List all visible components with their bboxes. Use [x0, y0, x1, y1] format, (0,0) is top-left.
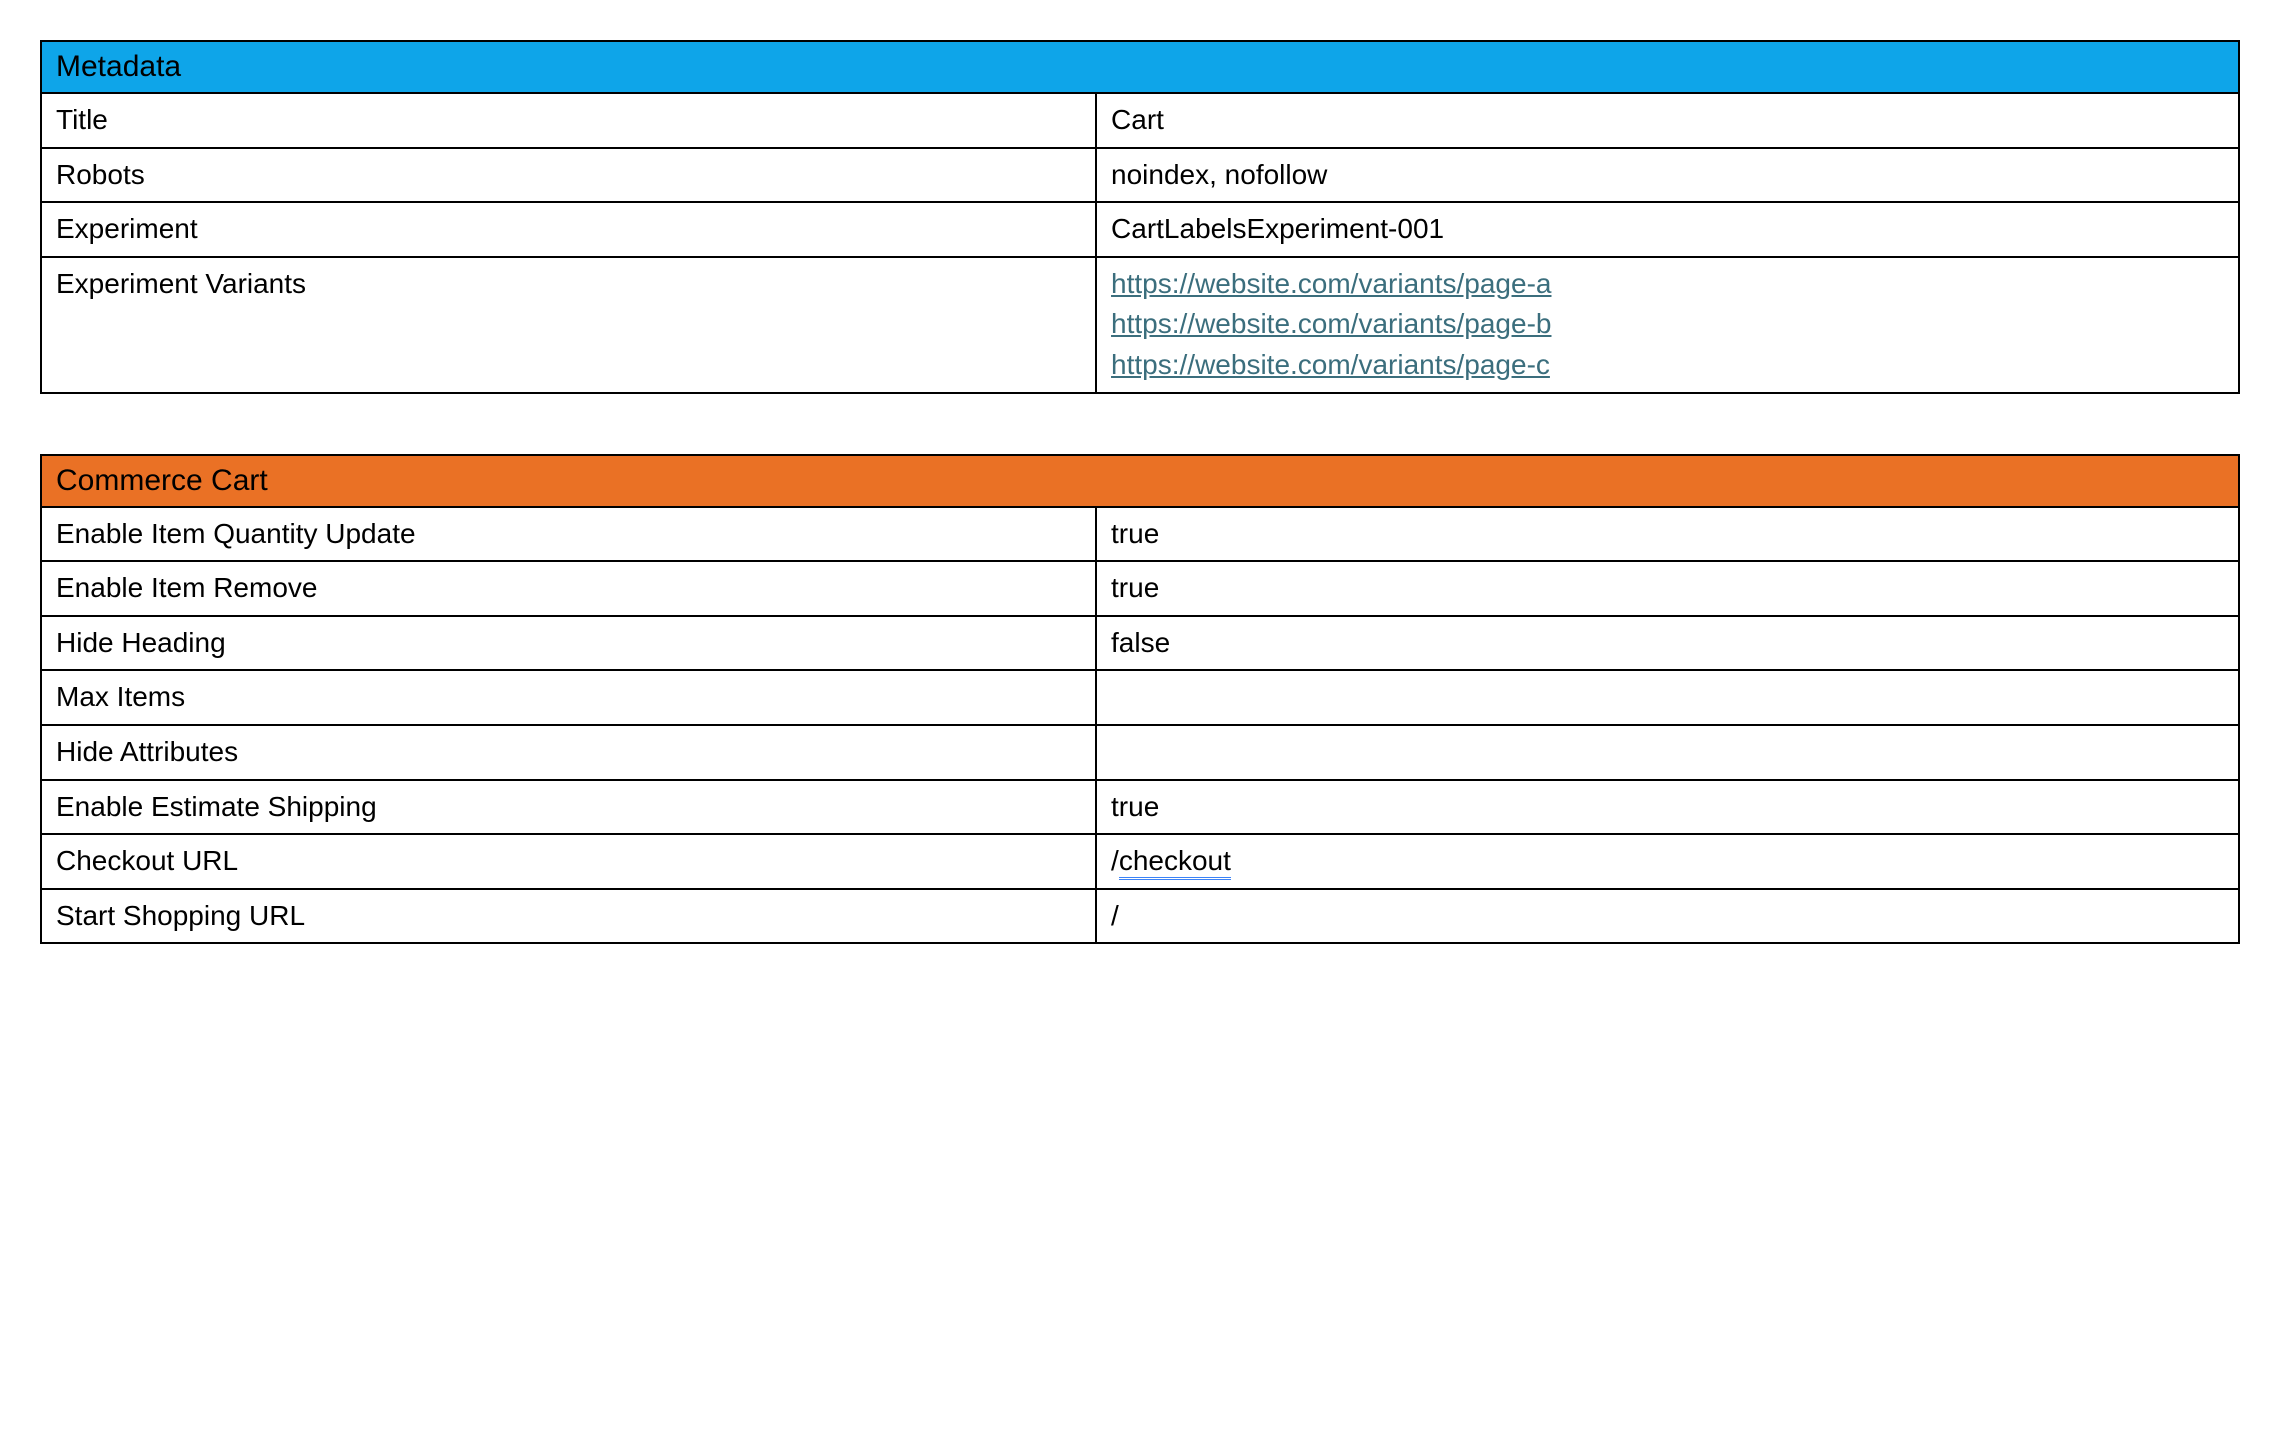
table-row: Hide Attributes — [41, 725, 2239, 780]
metadata-robots-label: Robots — [41, 148, 1096, 203]
table-row: Title Cart — [41, 93, 2239, 148]
commerce-cart-table: Commerce Cart Enable Item Quantity Updat… — [40, 454, 2240, 945]
variant-link-a[interactable]: https://website.com/variants/page-a — [1111, 264, 2224, 305]
checkout-url-path: checkout — [1119, 845, 1231, 880]
table-row: Robots noindex, nofollow — [41, 148, 2239, 203]
commerce-hide-heading-value: false — [1096, 616, 2239, 671]
table-row: Hide Heading false — [41, 616, 2239, 671]
metadata-table: Metadata Title Cart Robots noindex, nofo… — [40, 40, 2240, 394]
table-row: Checkout URL /checkout — [41, 834, 2239, 889]
metadata-title-value: Cart — [1096, 93, 2239, 148]
commerce-enable-estimate-shipping-value: true — [1096, 780, 2239, 835]
metadata-robots-value: noindex, nofollow — [1096, 148, 2239, 203]
commerce-max-items-label: Max Items — [41, 670, 1096, 725]
table-row: Experiment CartLabelsExperiment-001 — [41, 202, 2239, 257]
commerce-max-items-value — [1096, 670, 2239, 725]
commerce-start-shopping-url-label: Start Shopping URL — [41, 889, 1096, 944]
commerce-header: Commerce Cart — [41, 455, 2239, 507]
metadata-experiment-value: CartLabelsExperiment-001 — [1096, 202, 2239, 257]
commerce-enable-estimate-shipping-label: Enable Estimate Shipping — [41, 780, 1096, 835]
variant-link-c[interactable]: https://website.com/variants/page-c — [1111, 345, 2224, 386]
commerce-hide-attributes-label: Hide Attributes — [41, 725, 1096, 780]
commerce-hide-heading-label: Hide Heading — [41, 616, 1096, 671]
metadata-experiment-variants-label: Experiment Variants — [41, 257, 1096, 393]
table-row: Enable Item Remove true — [41, 561, 2239, 616]
table-row: Enable Estimate Shipping true — [41, 780, 2239, 835]
table-row: Enable Item Quantity Update true — [41, 507, 2239, 562]
commerce-enable-item-remove-value: true — [1096, 561, 2239, 616]
commerce-checkout-url-label: Checkout URL — [41, 834, 1096, 889]
table-row: Max Items — [41, 670, 2239, 725]
variant-link-b[interactable]: https://website.com/variants/page-b — [1111, 304, 2224, 345]
table-row: Start Shopping URL / — [41, 889, 2239, 944]
commerce-checkout-url-value: /checkout — [1096, 834, 2239, 889]
checkout-url-prefix: / — [1111, 845, 1119, 876]
metadata-experiment-label: Experiment — [41, 202, 1096, 257]
commerce-start-shopping-url-value: / — [1096, 889, 2239, 944]
commerce-enable-item-remove-label: Enable Item Remove — [41, 561, 1096, 616]
metadata-title-label: Title — [41, 93, 1096, 148]
commerce-enable-item-quantity-update-label: Enable Item Quantity Update — [41, 507, 1096, 562]
metadata-header: Metadata — [41, 41, 2239, 93]
table-row: Experiment Variants https://website.com/… — [41, 257, 2239, 393]
metadata-experiment-variants-value: https://website.com/variants/page-a http… — [1096, 257, 2239, 393]
commerce-enable-item-quantity-update-value: true — [1096, 507, 2239, 562]
commerce-hide-attributes-value — [1096, 725, 2239, 780]
